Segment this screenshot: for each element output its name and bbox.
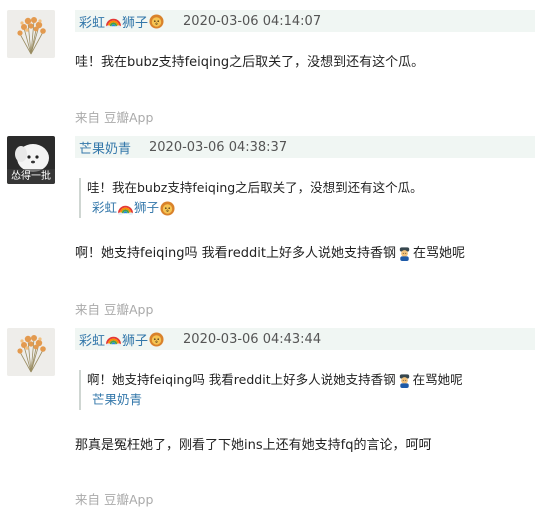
source-label: 来自 豆瓣App <box>75 110 154 125</box>
author-name: 彩虹 <box>79 15 106 31</box>
author-link[interactable]: 彩虹 狮子 <box>79 330 165 349</box>
comment-header: 彩虹 狮子 2020-03-06 04:14:07 <box>75 10 535 32</box>
author-name-suffix: 狮子 <box>122 333 149 349</box>
avatar[interactable] <box>7 328 55 376</box>
rainbow-emoji-icon <box>106 332 121 347</box>
lion-emoji-icon <box>149 332 164 347</box>
quoted-author-link[interactable]: 彩虹 狮子 <box>87 198 535 218</box>
quoted-text: 啊！她支持feiqing吗 我看reddit上好多人说她支持香钢 在骂她呢 <box>87 370 535 390</box>
timestamp: 2020-03-06 04:14:07 <box>183 13 322 29</box>
author-link[interactable]: 彩虹 狮子 <box>79 12 165 31</box>
comment-text: 哇！我在bubz支持feiqing之后取关了，没想到还有这个瓜。 <box>75 55 425 70</box>
source-label: 来自 豆瓣App <box>75 302 154 317</box>
quoted-author-name: 芒果奶青 <box>92 392 143 407</box>
guard-emoji-icon <box>397 373 412 388</box>
comment-text-part: 啊！她支持feiqing吗 我看reddit上好多人说她支持香钢 <box>75 246 396 261</box>
quoted-author-name: 彩虹 <box>92 200 118 215</box>
quoted-author-link[interactable]: 芒果奶青 <box>87 390 535 410</box>
avatar[interactable]: 怂得一批 <box>7 136 55 184</box>
author-name-suffix: 狮子 <box>122 15 149 31</box>
rainbow-emoji-icon <box>106 14 121 29</box>
timestamp: 2020-03-06 04:43:44 <box>183 331 322 347</box>
quoted-text-part: 在骂她呢 <box>412 372 463 387</box>
quoted-reply: 哇！我在bubz支持feiqing之后取关了，没想到还有这个瓜。 彩虹 狮子 <box>79 178 535 218</box>
comment-header: 彩虹 狮子 2020-03-06 04:43:44 <box>75 328 535 350</box>
comment-header: 芒果奶青 2020-03-06 04:38:37 <box>75 136 535 158</box>
author-name: 彩虹 <box>79 333 106 349</box>
guard-emoji-icon <box>397 246 412 261</box>
author-name: 芒果奶青 <box>79 141 132 157</box>
flower-avatar-image <box>7 10 55 58</box>
author-link[interactable]: 芒果奶青 <box>79 138 131 157</box>
quoted-reply: 啊！她支持feiqing吗 我看reddit上好多人说她支持香钢 在骂她呢 芒果奶… <box>79 370 535 410</box>
rainbow-emoji-icon <box>118 201 133 216</box>
quoted-author-suffix: 狮子 <box>134 200 160 215</box>
quoted-text: 哇！我在bubz支持feiqing之后取关了，没想到还有这个瓜。 <box>87 180 423 195</box>
flower-avatar-image <box>7 328 55 376</box>
lion-emoji-icon <box>149 14 164 29</box>
timestamp: 2020-03-06 04:38:37 <box>149 139 288 155</box>
quoted-text-part: 啊！她支持feiqing吗 我看reddit上好多人说她支持香钢 <box>87 372 396 387</box>
comment-text: 啊！她支持feiqing吗 我看reddit上好多人说她支持香钢 在骂她呢 <box>75 242 535 261</box>
comment-text-part: 在骂她呢 <box>412 246 465 261</box>
avatar[interactable] <box>7 10 55 58</box>
lion-emoji-icon <box>160 201 175 216</box>
avatar-caption: 怂得一批 <box>7 169 55 184</box>
source-label: 来自 豆瓣App <box>75 492 154 507</box>
comment-text: 那真是冤枉她了，刚看了下她ins上还有她支持fq的言论，呵呵 <box>75 438 432 453</box>
